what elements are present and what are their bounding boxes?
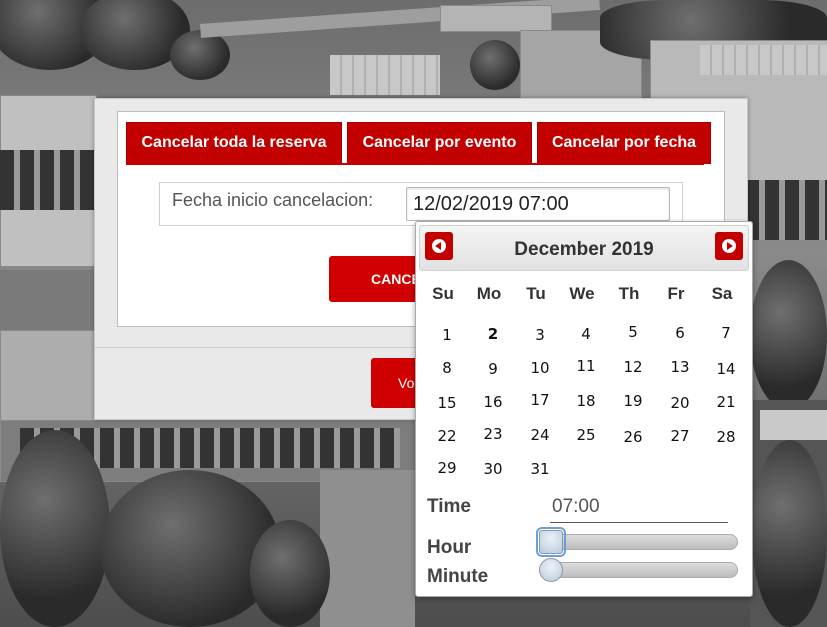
- calendar-day[interactable]: 15: [424, 394, 470, 412]
- calendar-day[interactable]: 4: [563, 325, 609, 343]
- time-value: 07:00: [550, 496, 728, 523]
- weekday-label: Sa: [711, 284, 733, 303]
- calendar-day[interactable]: 11: [563, 357, 609, 375]
- calendar-day[interactable]: 28: [703, 428, 749, 446]
- weekday-label: Fr: [667, 284, 685, 303]
- calendar-day[interactable]: 8: [424, 359, 470, 377]
- calendar-day[interactable]: 5: [610, 323, 656, 341]
- calendar-day[interactable]: 3: [517, 326, 563, 344]
- calendar-day[interactable]: 23: [470, 425, 516, 443]
- calendar-day[interactable]: 24: [517, 426, 563, 444]
- date-label: Fecha inicio cancelacion:: [172, 190, 374, 210]
- calendar-day[interactable]: 31: [517, 460, 563, 478]
- calendar-day[interactable]: 19: [610, 392, 656, 410]
- datepicker-header: December 2019: [419, 225, 749, 271]
- calendar-day[interactable]: 29: [424, 459, 470, 477]
- calendar-day[interactable]: 9: [470, 360, 516, 378]
- calendar-day[interactable]: 2: [470, 325, 516, 343]
- minute-label: Minute: [427, 566, 489, 587]
- weekday-label: Mo: [476, 284, 502, 303]
- weekday-label: Th: [618, 284, 640, 303]
- calendar-day[interactable]: 21: [703, 393, 749, 411]
- weekday-label: Tu: [526, 284, 546, 303]
- tab-cancel-all[interactable]: Cancelar toda la reserva: [126, 122, 342, 164]
- hour-label: Hour: [427, 537, 472, 558]
- calendar-day[interactable]: 6: [657, 324, 703, 342]
- calendar-day[interactable]: 12: [610, 358, 656, 376]
- chevron-right-icon: [722, 239, 736, 253]
- calendar-day[interactable]: 18: [563, 392, 609, 410]
- tab-underline: [126, 163, 704, 165]
- minute-slider-handle[interactable]: [539, 558, 563, 582]
- start-date-input[interactable]: [406, 187, 670, 221]
- calendar-day[interactable]: 1: [424, 326, 470, 344]
- calendar-day[interactable]: 10: [517, 359, 563, 377]
- hour-slider-handle[interactable]: [536, 527, 566, 557]
- calendar-day[interactable]: 22: [424, 427, 470, 445]
- tab-cancel-by-date[interactable]: Cancelar por fecha: [537, 122, 711, 164]
- date-field-group: Fecha inicio cancelacion:: [159, 182, 683, 226]
- calendar-day[interactable]: 14: [703, 360, 749, 378]
- calendar-day[interactable]: 7: [703, 324, 749, 342]
- calendar-day[interactable]: 26: [610, 428, 656, 446]
- minute-slider[interactable]: [539, 558, 738, 582]
- calendar-day[interactable]: 27: [657, 427, 703, 445]
- hour-slider[interactable]: [536, 527, 738, 557]
- calendar-day[interactable]: 25: [563, 426, 609, 444]
- weekday-label: Su: [432, 284, 454, 303]
- next-month-button[interactable]: [715, 232, 743, 260]
- calendar-day[interactable]: 13: [657, 358, 703, 376]
- calendar-day[interactable]: 30: [470, 460, 516, 478]
- calendar-day[interactable]: 20: [657, 394, 703, 412]
- tab-cancel-by-event[interactable]: Cancelar por evento: [347, 122, 532, 164]
- calendar-day[interactable]: 17: [517, 391, 563, 409]
- month-title: December 2019: [514, 239, 654, 260]
- datepicker-popup: December 2019 Su Mo Tu We Th Fr Sa 1 2 3 4 5 6 7 8 9 10…: [415, 221, 753, 597]
- weekday-label: We: [569, 284, 595, 303]
- calendar-day[interactable]: 16: [470, 393, 516, 411]
- time-label: Time: [427, 496, 472, 517]
